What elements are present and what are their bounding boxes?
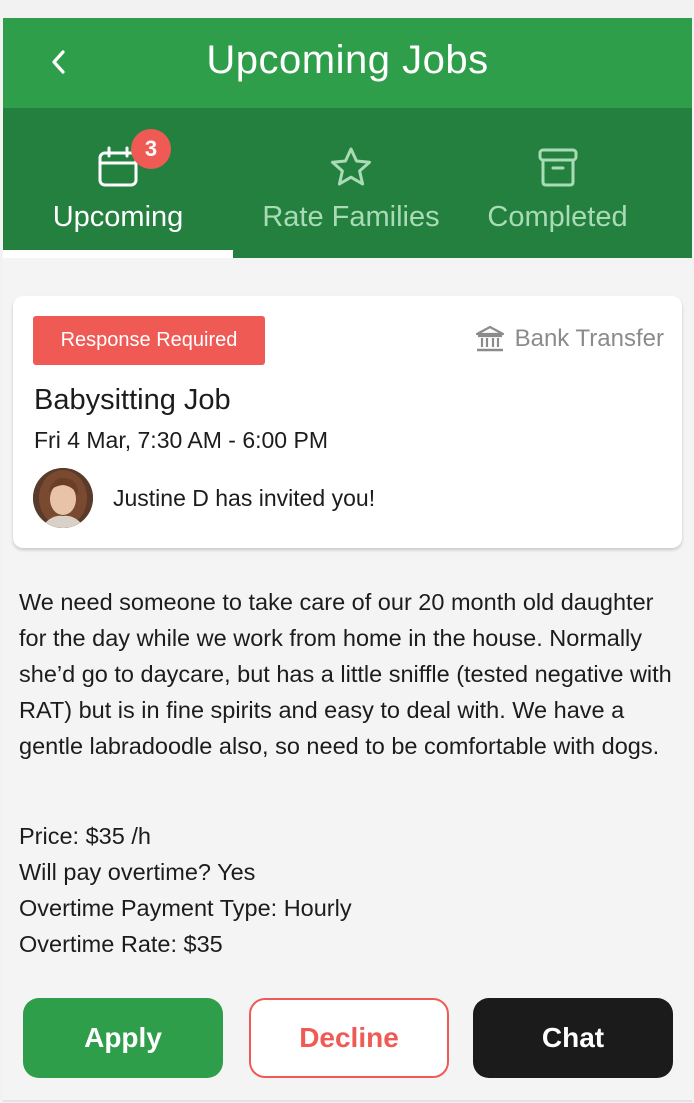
job-time: Fri 4 Mar, 7:30 AM - 6:00 PM: [34, 427, 328, 453]
app-header: Upcoming Jobs: [3, 18, 692, 108]
tab-upcoming[interactable]: 3 Upcoming: [3, 108, 233, 258]
tab-label: Rate Families: [262, 201, 440, 233]
job-title: Babysitting Job: [34, 384, 231, 416]
app-screen: Upcoming Jobs 3 Upcoming Rate Families C…: [3, 18, 692, 1102]
job-card[interactable]: Response Required Bank Transfer Babysitt…: [13, 296, 682, 548]
tab-bar: 3 Upcoming Rate Families Completed: [3, 108, 692, 258]
job-details: Price: $35 /h Will pay overtime? Yes Ove…: [19, 818, 352, 962]
tab-completed[interactable]: Completed: [465, 108, 650, 258]
active-tab-indicator: [3, 250, 233, 258]
status-badge: Response Required: [33, 316, 265, 365]
overtime-rate-text: Overtime Rate: $35: [19, 931, 223, 957]
overtime-type-text: Overtime Payment Type: Hourly: [19, 895, 352, 921]
chat-button[interactable]: Chat: [473, 998, 673, 1078]
job-description: We need someone to take care of our 20 m…: [19, 589, 672, 759]
tab-label: Upcoming: [52, 201, 184, 233]
page-title: Upcoming Jobs: [206, 38, 489, 82]
price-text: Price: $35 /h: [19, 823, 151, 849]
bank-icon: [475, 324, 505, 354]
notification-badge: 3: [131, 129, 171, 169]
archive-icon: [536, 146, 580, 193]
tab-label: Completed: [487, 201, 628, 233]
payment-method-label: Bank Transfer: [514, 325, 664, 352]
tab-rate-families[interactable]: Rate Families: [241, 108, 461, 258]
payment-method: Bank Transfer: [475, 324, 664, 354]
overtime-text: Will pay overtime? Yes: [19, 859, 256, 885]
star-icon: [329, 146, 373, 193]
decline-button[interactable]: Decline: [249, 998, 449, 1078]
avatar: [33, 468, 93, 528]
apply-button[interactable]: Apply: [23, 998, 223, 1078]
invite-text: Justine D has invited you!: [113, 485, 376, 511]
